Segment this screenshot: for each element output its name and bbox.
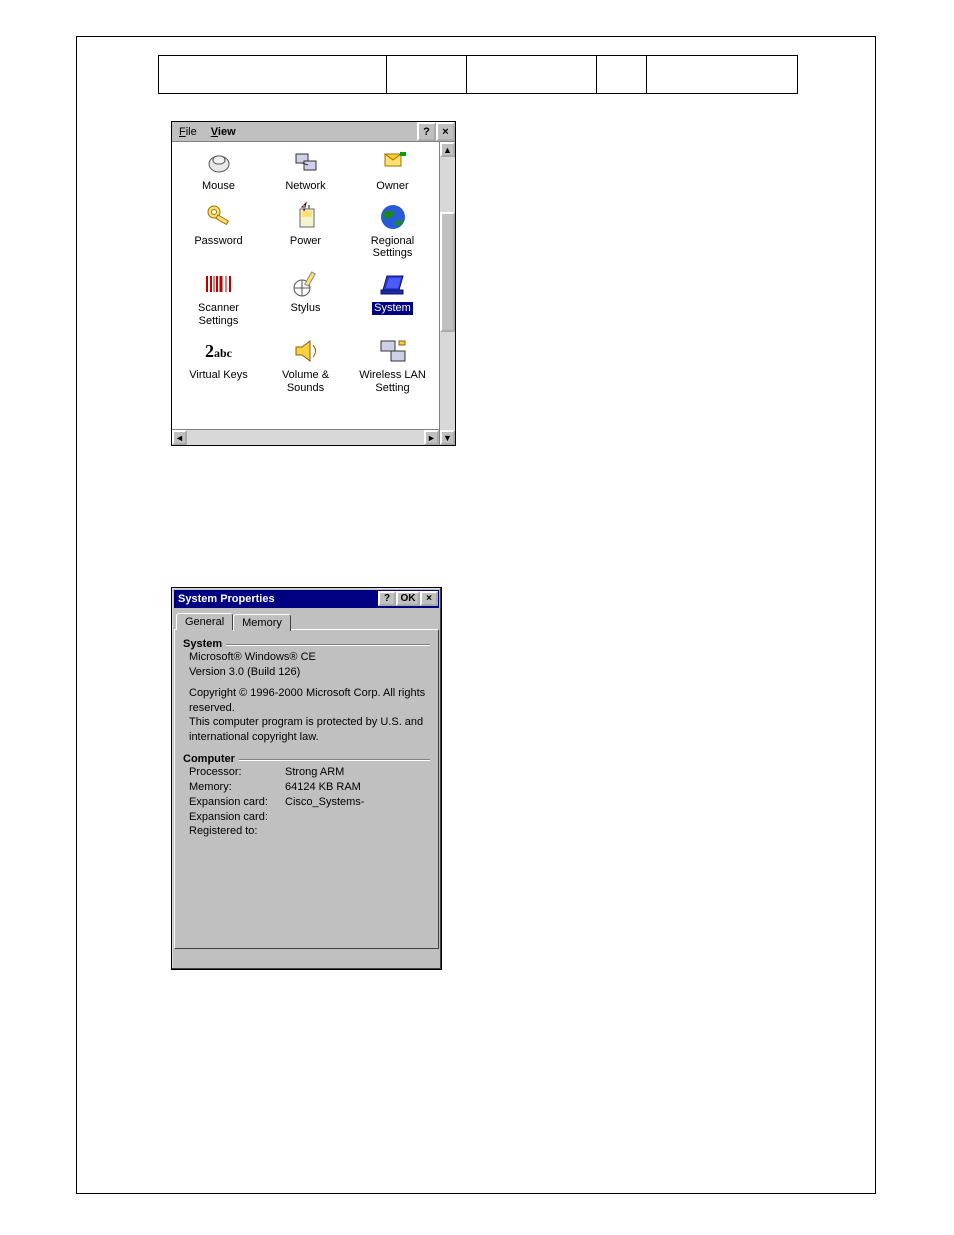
menu-view[interactable]: View bbox=[204, 124, 243, 140]
kv-val bbox=[285, 824, 430, 839]
cp-label: Volume & Sounds bbox=[282, 369, 329, 394]
header-table bbox=[158, 55, 798, 94]
dialog-title: System Properties bbox=[178, 593, 275, 605]
kv-key: Processor: bbox=[189, 765, 285, 780]
dialog-close-button[interactable]: × bbox=[420, 591, 438, 606]
wireless-icon bbox=[377, 335, 409, 367]
scroll-left-button[interactable]: ◄ bbox=[172, 430, 187, 445]
menu-view-rest: iew bbox=[218, 126, 236, 138]
system-icon bbox=[377, 268, 409, 300]
system-copyright1: Copyright © 1996-2000 Microsoft Corp. Al… bbox=[189, 686, 430, 716]
cp-item-mouse[interactable]: Mouse bbox=[176, 144, 261, 195]
system-line2: Version 3.0 (Build 126) bbox=[189, 665, 430, 680]
group-computer-label: Computer bbox=[183, 753, 235, 765]
globe-icon bbox=[377, 201, 409, 233]
dialog-ok-button[interactable]: OK bbox=[396, 591, 420, 606]
tab-panel: System Microsoft® Windows® CE Version 3.… bbox=[174, 629, 439, 949]
owner-icon bbox=[377, 146, 409, 178]
system-block: Microsoft® Windows® CE Version 3.0 (Buil… bbox=[183, 650, 430, 745]
control-panel-viewport: Mouse Network Owner bbox=[172, 142, 439, 429]
cp-label-selected: System bbox=[372, 302, 413, 315]
cp-item-stylus[interactable]: Stylus bbox=[263, 266, 348, 329]
cp-item-scanner-settings[interactable]: Scanner Settings bbox=[176, 266, 261, 329]
scroll-down-button[interactable]: ▼ bbox=[440, 430, 455, 445]
kv-val: Strong ARM bbox=[285, 765, 430, 780]
divider bbox=[239, 759, 430, 760]
cp-label: Scanner Settings bbox=[198, 302, 239, 327]
dialog-help-button[interactable]: ? bbox=[378, 591, 396, 606]
menu-file-rest: ile bbox=[186, 126, 197, 138]
group-system-label: System bbox=[183, 638, 222, 650]
control-panel-window: File View ? × Mo bbox=[171, 121, 456, 446]
cp-label: Regional Settings bbox=[371, 235, 414, 260]
kv-key: Memory: bbox=[189, 780, 285, 795]
computer-block: Processor:Strong ARM Memory:64124 KB RAM… bbox=[183, 765, 430, 839]
kv-key: Expansion card: bbox=[189, 810, 285, 825]
cp-label: Virtual Keys bbox=[189, 369, 248, 382]
virtual-keys-icon: 2abc bbox=[203, 335, 235, 367]
cp-item-wireless-lan[interactable]: Wireless LAN Setting bbox=[350, 333, 435, 396]
cp-label: Mouse bbox=[202, 180, 235, 193]
volume-icon bbox=[290, 335, 322, 367]
vscroll-thumb[interactable] bbox=[440, 212, 455, 332]
cp-item-virtual-keys[interactable]: 2abc Virtual Keys bbox=[176, 333, 261, 396]
stylus-icon bbox=[290, 268, 322, 300]
kv-val: Cisco_Systems- bbox=[285, 795, 430, 810]
system-copyright2: This computer program is protected by U.… bbox=[189, 715, 430, 745]
cp-label: Owner bbox=[376, 180, 408, 193]
system-properties-dialog: System Properties ? OK × General Memory … bbox=[171, 587, 442, 970]
system-line1: Microsoft® Windows® CE bbox=[189, 650, 430, 665]
menu-file[interactable]: File bbox=[172, 124, 204, 140]
cp-label: Password bbox=[194, 235, 242, 248]
scroll-right-button[interactable]: ► bbox=[424, 430, 439, 445]
close-button[interactable]: × bbox=[436, 122, 455, 141]
tab-general[interactable]: General bbox=[176, 613, 233, 630]
cp-label: Stylus bbox=[291, 302, 321, 315]
vertical-scrollbar[interactable]: ▲ ▼ bbox=[439, 142, 455, 445]
cp-item-system[interactable]: System bbox=[350, 266, 435, 329]
scroll-up-button[interactable]: ▲ bbox=[440, 142, 455, 157]
cp-item-password[interactable]: Password bbox=[176, 199, 261, 262]
menubar: File View ? × bbox=[172, 122, 455, 142]
cp-item-owner[interactable]: Owner bbox=[350, 144, 435, 195]
kv-val bbox=[285, 810, 430, 825]
vscroll-track[interactable] bbox=[440, 157, 455, 430]
tab-memory[interactable]: Memory bbox=[233, 614, 291, 631]
power-icon bbox=[290, 201, 322, 233]
help-button[interactable]: ? bbox=[417, 122, 436, 141]
cp-label: Wireless LAN Setting bbox=[359, 369, 426, 394]
network-icon bbox=[290, 146, 322, 178]
cp-label: Power bbox=[290, 235, 321, 248]
hscroll-track[interactable] bbox=[187, 430, 424, 445]
kv-key: Registered to: bbox=[189, 824, 285, 839]
cp-item-volume-sounds[interactable]: Volume & Sounds bbox=[263, 333, 348, 396]
horizontal-scrollbar[interactable]: ◄ ► bbox=[172, 429, 439, 445]
cp-item-power[interactable]: Power bbox=[263, 199, 348, 262]
kv-key: Expansion card: bbox=[189, 795, 285, 810]
password-icon bbox=[203, 201, 235, 233]
cp-item-regional-settings[interactable]: Regional Settings bbox=[350, 199, 435, 262]
kv-val: 64124 KB RAM bbox=[285, 780, 430, 795]
dialog-titlebar: System Properties ? OK × bbox=[174, 590, 439, 608]
barcode-icon bbox=[203, 268, 235, 300]
divider bbox=[226, 644, 430, 645]
tabs: General Memory bbox=[174, 612, 439, 629]
cp-label: Network bbox=[285, 180, 325, 193]
cp-item-network[interactable]: Network bbox=[263, 144, 348, 195]
mouse-icon bbox=[203, 146, 235, 178]
